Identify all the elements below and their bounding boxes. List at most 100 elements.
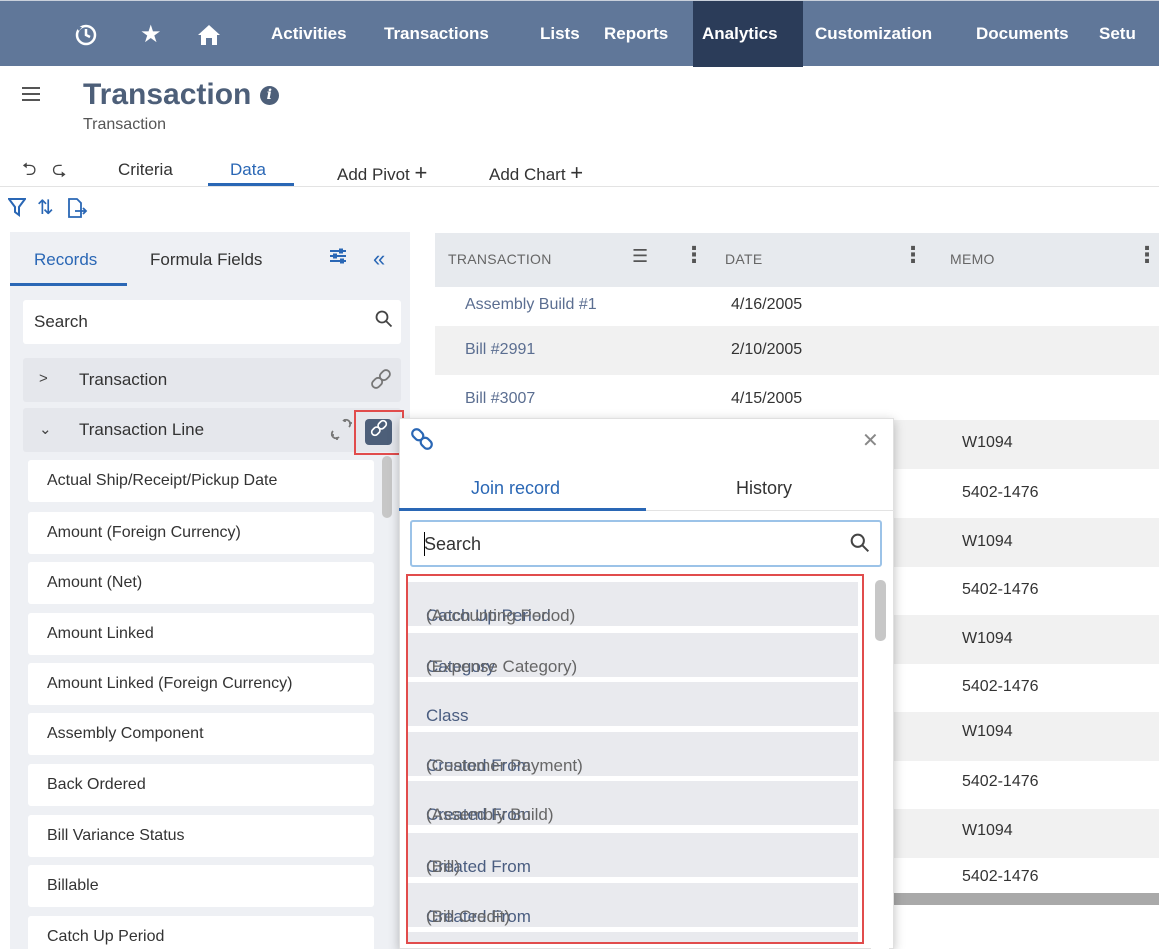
add-pivot-button[interactable]: Add Pivot + <box>337 160 427 186</box>
memo-cell: 5402-1476 <box>962 678 1039 695</box>
transaction-link[interactable]: Assembly Build #1 <box>465 296 597 314</box>
nav-setup[interactable]: Setu <box>1090 1 1145 67</box>
tabs-divider <box>0 186 1159 187</box>
add-chart-label: Add Chart <box>489 165 566 184</box>
sort-ascending-icon[interactable]: ☰ <box>632 246 648 267</box>
search-icon <box>850 533 870 559</box>
date-cell: 4/16/2005 <box>731 296 803 313</box>
nav-lists[interactable]: Lists <box>531 1 589 67</box>
memo-cell: 5402-1476 <box>962 581 1039 598</box>
sort-icon[interactable]: ⇅ <box>37 197 54 219</box>
field-item[interactable]: Actual Ship/Receipt/Pickup Date <box>28 460 374 502</box>
field-item[interactable]: Back Ordered <box>28 764 374 806</box>
tab-join-record[interactable]: Join record <box>471 478 560 499</box>
field-label: Amount (Net) <box>47 574 143 591</box>
date-cell: 4/15/2005 <box>731 390 803 407</box>
field-item[interactable]: Amount Linked (Foreign Currency) <box>28 663 374 705</box>
nav-analytics[interactable]: Analytics <box>693 1 803 67</box>
star-icon[interactable]: ★ <box>140 23 162 47</box>
popover-tab-underline <box>399 508 646 511</box>
field-item[interactable]: Bill Variance Status <box>28 815 374 857</box>
page-subtitle: Transaction <box>83 116 166 133</box>
memo-cell: W1094 <box>962 434 1013 451</box>
search-placeholder: Search <box>424 534 482 554</box>
field-item[interactable]: Billable <box>28 865 374 907</box>
nav-transactions[interactable]: Transactions <box>375 1 498 67</box>
records-search-input[interactable]: Search <box>23 300 401 344</box>
field-label: Back Ordered <box>47 776 146 793</box>
memo-cell: W1094 <box>962 630 1013 647</box>
nav-reports[interactable]: Reports <box>595 1 677 67</box>
home-icon[interactable] <box>196 23 222 52</box>
tab-criteria[interactable]: Criteria <box>118 160 173 180</box>
plus-icon: + <box>414 160 428 185</box>
info-icon[interactable]: i <box>259 86 279 105</box>
tab-formula-fields[interactable]: Formula Fields <box>150 250 262 270</box>
link-icon[interactable] <box>371 368 391 395</box>
join-search-input[interactable]: Search <box>410 520 882 567</box>
memo-cell: W1094 <box>962 723 1013 740</box>
column-header-date[interactable]: DATE <box>725 251 763 267</box>
tab-records[interactable]: Records <box>34 250 97 270</box>
export-icon[interactable] <box>66 197 88 224</box>
text-caret <box>424 532 425 556</box>
nav-activities[interactable]: Activities <box>262 1 356 67</box>
column-header-memo[interactable]: MEMO <box>950 251 995 267</box>
field-label: Catch Up Period <box>47 928 165 945</box>
undo-icon[interactable]: ⮌ <box>22 157 36 187</box>
column-header-transaction[interactable]: TRANSACTION <box>448 251 552 267</box>
chevron-down-icon: ⌄ <box>39 421 52 438</box>
page-title: Transaction i <box>83 78 279 112</box>
add-chart-button[interactable]: Add Chart + <box>489 160 583 186</box>
recent-icon[interactable] <box>74 23 98 52</box>
link-icon <box>411 427 433 457</box>
add-pivot-label: Add Pivot <box>337 165 410 184</box>
top-nav: ★ Activities Transactions Lists Reports … <box>0 0 1159 67</box>
menu-icon[interactable] <box>22 87 40 101</box>
field-item[interactable]: Amount Linked <box>28 613 374 655</box>
group-transaction[interactable]: > Transaction <box>23 358 401 402</box>
field-label: Assembly Component <box>47 725 204 742</box>
transaction-link[interactable]: Bill #3007 <box>465 390 535 408</box>
field-label: Amount (Foreign Currency) <box>47 524 241 541</box>
field-label: Bill Variance Status <box>47 827 185 844</box>
tab-data[interactable]: Data <box>230 160 266 180</box>
field-label: Amount Linked (Foreign Currency) <box>47 675 293 692</box>
search-icon <box>375 310 393 333</box>
filter-icon[interactable] <box>7 197 27 222</box>
column-menu-icon[interactable]: ⋮ <box>1136 244 1158 266</box>
nav-documents[interactable]: Documents <box>967 1 1078 67</box>
tab-history[interactable]: History <box>736 478 792 499</box>
field-label: Actual Ship/Receipt/Pickup Date <box>47 472 278 489</box>
field-item[interactable]: Assembly Component <box>28 713 374 755</box>
redo-icon[interactable]: ⮎ <box>52 157 66 187</box>
popover-scrollbar[interactable] <box>875 580 886 641</box>
column-menu-icon[interactable]: ⋮ <box>902 244 924 266</box>
fields-scrollbar[interactable] <box>382 456 392 518</box>
close-icon[interactable]: ✕ <box>862 428 879 453</box>
unlink-icon[interactable] <box>329 417 353 446</box>
group-label: Transaction <box>79 370 168 389</box>
memo-cell: 5402-1476 <box>962 773 1039 790</box>
join-list-highlight <box>406 574 864 944</box>
field-label: Amount Linked <box>47 625 154 642</box>
date-cell: 2/10/2005 <box>731 341 803 358</box>
field-item[interactable]: Amount (Foreign Currency) <box>28 512 374 554</box>
transaction-link[interactable]: Bill #2991 <box>465 341 535 359</box>
join-link-button[interactable] <box>365 419 392 445</box>
group-transaction-line[interactable]: ⌄ Transaction Line <box>23 408 401 452</box>
nav-customization[interactable]: Customization <box>806 1 941 67</box>
field-label: Billable <box>47 877 99 894</box>
plus-icon: + <box>570 160 584 185</box>
collapse-icon[interactable]: « <box>373 246 385 272</box>
records-underline <box>10 283 127 286</box>
chevron-right-icon: > <box>39 370 48 387</box>
table-horizontal-scrollbar[interactable] <box>862 893 1159 905</box>
settings-sliders-icon[interactable] <box>328 247 348 270</box>
memo-cell: 5402-1476 <box>962 484 1039 501</box>
memo-cell: 5402-1476 <box>962 868 1039 885</box>
page-title-text: Transaction <box>83 78 252 111</box>
column-menu-icon[interactable]: ⋮ <box>683 244 705 266</box>
field-item[interactable]: Amount (Net) <box>28 562 374 604</box>
field-item[interactable]: Catch Up Period <box>28 916 374 949</box>
